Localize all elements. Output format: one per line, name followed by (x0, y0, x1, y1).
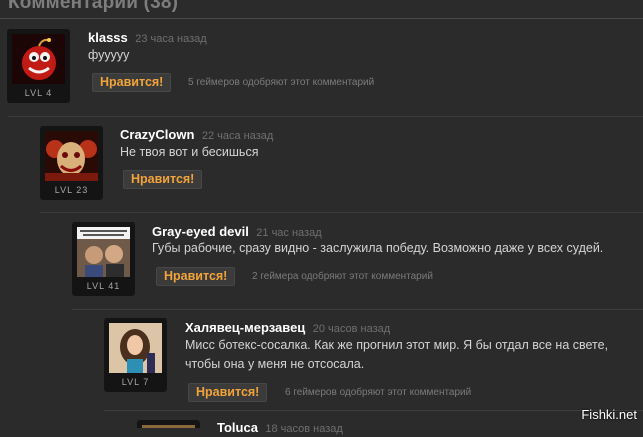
timestamp: 23 часа назад (135, 33, 207, 45)
comment-divider (8, 116, 643, 117)
avatar[interactable] (137, 420, 200, 428)
username[interactable]: CrazyClown (120, 127, 194, 142)
comment-text-line: Губы рабочие, сразу видно - заслужила по… (152, 241, 604, 255)
avatar[interactable]: LVL 4 (7, 29, 70, 103)
approve-count: 6 геймеров одобряют этот комментарий (285, 387, 472, 398)
timestamp: 22 часа назад (201, 130, 274, 142)
comments-title: Комментарии (38) (8, 0, 179, 13)
avatar[interactable]: LVL 23 (40, 126, 103, 200)
comment-divider (40, 212, 643, 213)
like-button[interactable]: Нравится! (123, 170, 203, 189)
meme-avatar-image (77, 227, 130, 277)
level-label: LVL 41 (86, 281, 121, 291)
comment-meta: CrazyClown 22 часа назад (120, 126, 273, 144)
comment-meta: Toluca 18 часов назад (217, 419, 343, 437)
comment-meta: Халявец-мерзавец 20 часов назад (185, 319, 390, 337)
watermark: Fishki.net (581, 407, 637, 422)
comment-text: Мисс ботекс-сосалка. Как же прогнил этот… (185, 336, 608, 374)
timestamp: 20 часов назад (312, 323, 391, 335)
approve-count: 5 геймеров одобряют этот комментарий (188, 77, 375, 88)
username[interactable]: Халявец-мерзавец (185, 320, 305, 335)
approve-count: 2 геймера одобряют этот комментарий (252, 271, 433, 282)
username[interactable]: Gray-eyed devil (152, 224, 249, 239)
avatar[interactable]: LVL 41 (72, 222, 135, 296)
like-button[interactable]: Нравится! (188, 383, 268, 402)
comment-divider (104, 410, 643, 411)
level-label: LVL 7 (121, 377, 150, 387)
comment-text: фууууу (88, 46, 129, 65)
bomb-avatar-image (12, 34, 65, 84)
clown-avatar-image (45, 131, 98, 181)
username[interactable]: klasss (88, 30, 128, 45)
level-label: LVL 4 (24, 88, 53, 98)
level-label: LVL 23 (54, 185, 89, 195)
comment-text: Губы рабочие, сразу видно - заслужила по… (152, 239, 603, 258)
girl-avatar-image (109, 323, 162, 373)
comment-text-line: чтобы она у меня не отсосала. (185, 357, 365, 371)
comments-header: Комментарии (38) (0, 0, 643, 19)
comment-text-line: Мисс ботекс-сосалка. Как же прогнил этот… (185, 338, 609, 352)
avatar[interactable]: LVL 7 (104, 318, 167, 392)
like-button[interactable]: Нравится! (156, 267, 236, 286)
timestamp: 18 часов назад (265, 423, 343, 435)
like-button[interactable]: Нравится! (92, 73, 172, 92)
timestamp: 21 час назад (256, 227, 322, 239)
comment-meta: klasss 23 часа назад (88, 29, 207, 47)
comment-text-line: фууууу (88, 48, 130, 62)
comment-text-line: Не твоя вот и бесишься (120, 145, 259, 159)
comment-text: Не твоя вот и бесишься (120, 143, 258, 162)
comment-divider (72, 309, 643, 310)
